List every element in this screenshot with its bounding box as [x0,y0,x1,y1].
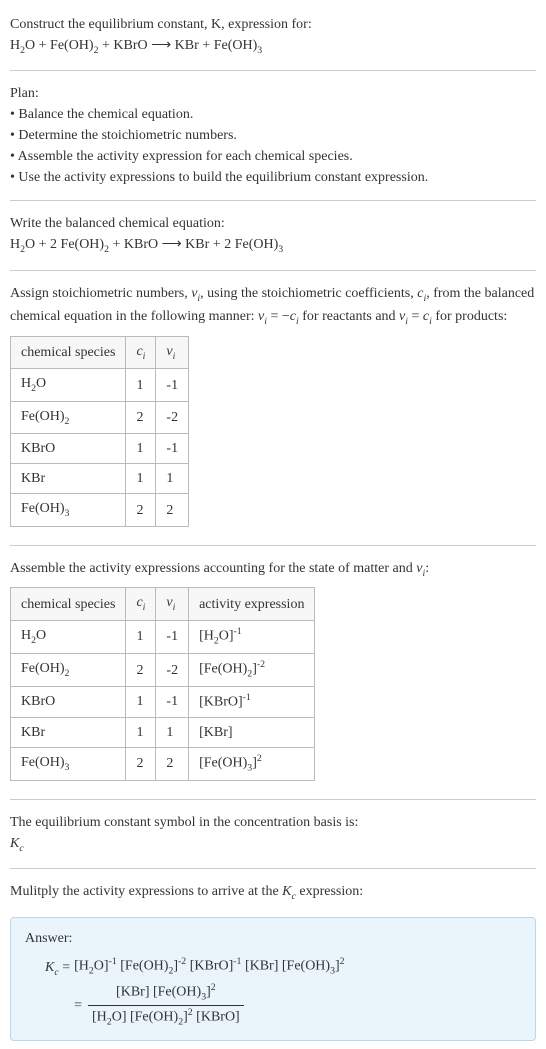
plan-heading: Plan: [10,83,536,104]
activity-heading: Assemble the activity expressions accoun… [10,558,536,581]
kc-fraction: [KBr] [Fe(OH)3]2 [H2O] [Fe(OH)2]2 [KBrO] [88,981,244,1030]
cell-species: H2O [11,369,126,401]
divider [10,70,536,71]
kc-rhs: [H2O]-1 [Fe(OH)2]-2 [KBrO]-1 [KBr] [Fe(O… [74,955,344,1030]
kc-product-form: [H2O]-1 [Fe(OH)2]-2 [KBrO]-1 [KBr] [Fe(O… [74,955,344,979]
table-row: Fe(OH)3 2 2 [11,494,189,526]
kc-denominator: [H2O] [Fe(OH)2]2 [KBrO] [88,1006,244,1030]
cell-activity: [KBrO]-1 [189,687,315,718]
intro-line1: Construct the equilibrium constant, K, e… [10,14,536,35]
col-vi: νi [156,588,189,620]
table-row: KBrO 1 -1 [11,434,189,464]
answer-label: Answer: [25,928,521,949]
plan-section: Plan: • Balance the chemical equation. •… [10,77,536,194]
cell-species: KBrO [11,434,126,464]
equals-sign: = [74,995,88,1016]
cell-vi: 1 [156,717,189,747]
cell-species: Fe(OH)2 [11,653,126,686]
stoich-table: chemical species ci νi H2O 1 -1 Fe(OH)2 … [10,336,189,527]
col-species: chemical species [11,588,126,620]
cell-vi: -2 [156,401,189,433]
cell-species: KBr [11,717,126,747]
table-row: Fe(OH)2 2 -2 [Fe(OH)2]-2 [11,653,315,686]
divider [10,799,536,800]
answer-expression: Kc = [H2O]-1 [Fe(OH)2]-2 [KBrO]-1 [KBr] … [25,955,521,1030]
table-header-row: chemical species ci νi [11,336,189,368]
answer-box: Answer: Kc = [H2O]-1 [Fe(OH)2]-2 [KBrO]-… [10,917,536,1041]
table-row: Fe(OH)2 2 -2 [11,401,189,433]
table-row: KBr 1 1 [KBr] [11,717,315,747]
col-ci: ci [126,588,156,620]
intro-section: Construct the equilibrium constant, K, e… [10,8,536,64]
cell-activity: [H2O]-1 [189,620,315,653]
plan-item: • Assemble the activity expression for e… [10,146,536,167]
cell-species: KBrO [11,687,126,718]
plan-item: • Determine the stoichiometric numbers. [10,125,536,146]
balanced-section: Write the balanced chemical equation: H2… [10,207,536,263]
cell-activity: [Fe(OH)2]-2 [189,653,315,686]
cell-vi: -2 [156,653,189,686]
balanced-heading: Write the balanced chemical equation: [10,213,536,234]
ksymbol-value: Kc [10,833,536,856]
table-row: KBr 1 1 [11,464,189,494]
cell-ci: 2 [126,494,156,526]
cell-ci: 2 [126,401,156,433]
cell-species: H2O [11,620,126,653]
table-row: H2O 1 -1 [H2O]-1 [11,620,315,653]
multiply-text: Mulitply the activity expressions to arr… [10,881,536,904]
col-vi: νi [156,336,189,368]
activity-table: chemical species ci νi activity expressi… [10,587,315,781]
cell-ci: 1 [126,434,156,464]
divider [10,545,536,546]
cell-species: Fe(OH)3 [11,494,126,526]
cell-ci: 1 [126,717,156,747]
cell-vi: 2 [156,494,189,526]
cell-activity: [KBr] [189,717,315,747]
col-activity: activity expression [189,588,315,620]
activity-section: Assemble the activity expressions accoun… [10,552,536,793]
divider [10,270,536,271]
multiply-section: Mulitply the activity expressions to arr… [10,875,536,910]
cell-ci: 1 [126,369,156,401]
col-ci: ci [126,336,156,368]
document-root: Construct the equilibrium constant, K, e… [0,0,546,1049]
cell-ci: 1 [126,464,156,494]
cell-vi: -1 [156,687,189,718]
table-header-row: chemical species ci νi activity expressi… [11,588,315,620]
stoich-section: Assign stoichiometric numbers, νi, using… [10,277,536,539]
table-row: Fe(OH)3 2 2 [Fe(OH)3]2 [11,747,315,780]
kc-numerator: [KBr] [Fe(OH)3]2 [88,981,244,1006]
cell-ci: 2 [126,747,156,780]
table-row: KBrO 1 -1 [KBrO]-1 [11,687,315,718]
cell-species: Fe(OH)2 [11,401,126,433]
divider [10,868,536,869]
divider [10,200,536,201]
plan-item: • Use the activity expressions to build … [10,167,536,188]
cell-vi: 1 [156,464,189,494]
intro-equation: H2O + Fe(OH)2 + KBrO ⟶ KBr + Fe(OH)3 [10,35,536,58]
ksymbol-text: The equilibrium constant symbol in the c… [10,812,536,833]
stoich-text: Assign stoichiometric numbers, νi, using… [10,283,536,330]
kc-lhs: Kc = [45,955,74,980]
cell-activity: [Fe(OH)3]2 [189,747,315,780]
cell-vi: 2 [156,747,189,780]
cell-ci: 1 [126,620,156,653]
plan-item: • Balance the chemical equation. [10,104,536,125]
cell-species: KBr [11,464,126,494]
cell-vi: -1 [156,620,189,653]
cell-vi: -1 [156,369,189,401]
cell-species: Fe(OH)3 [11,747,126,780]
cell-ci: 1 [126,687,156,718]
table-row: H2O 1 -1 [11,369,189,401]
cell-vi: -1 [156,434,189,464]
ksymbol-section: The equilibrium constant symbol in the c… [10,806,536,862]
balanced-equation: H2O + 2 Fe(OH)2 + KBrO ⟶ KBr + 2 Fe(OH)3 [10,234,536,257]
col-species: chemical species [11,336,126,368]
cell-ci: 2 [126,653,156,686]
